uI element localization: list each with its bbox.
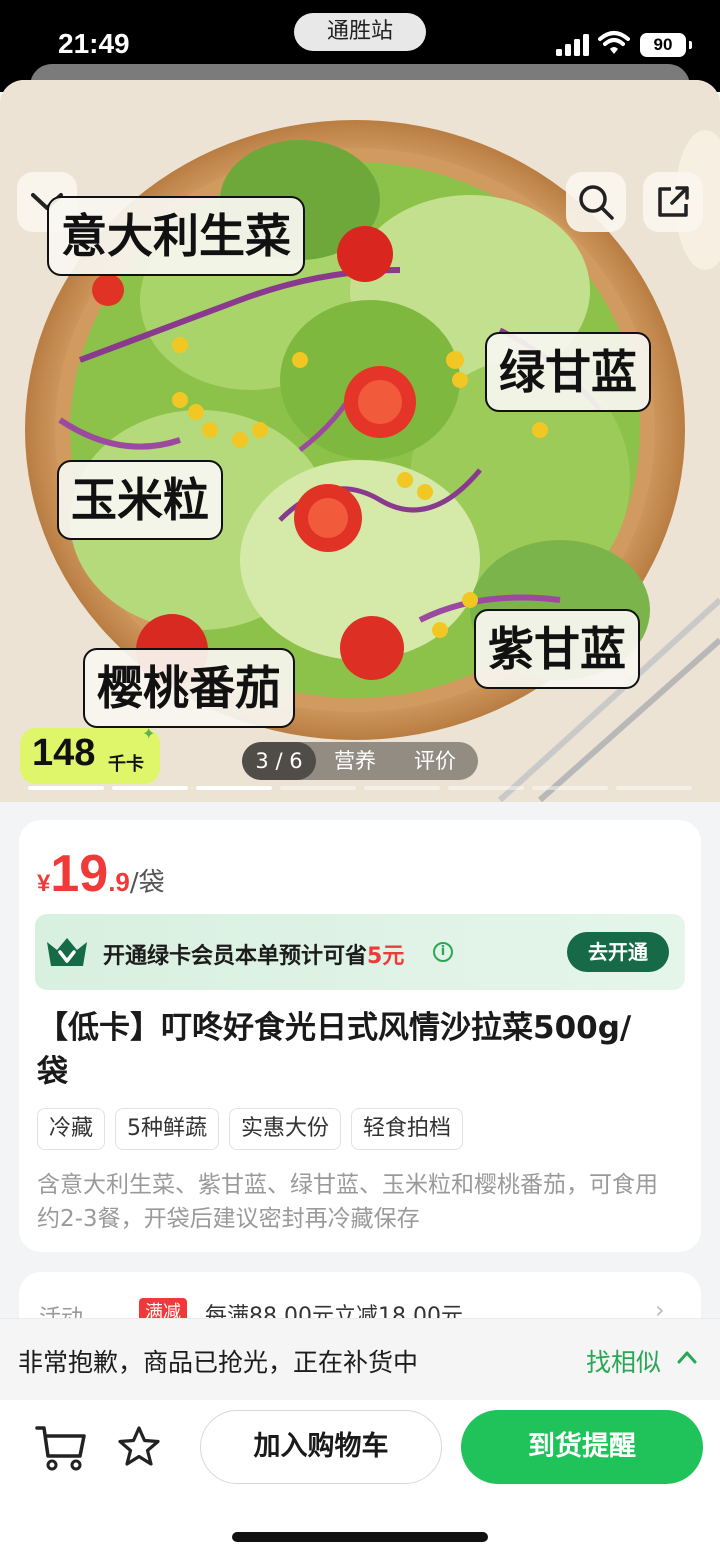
progress-segment [532,786,608,790]
share-icon [658,186,689,217]
tab-reviews[interactable]: 评价 [414,742,456,780]
product-tags: 冷藏 5种鲜蔬 实惠大份 轻食拍档 [37,1108,464,1150]
product-image-carousel[interactable]: 意大利生菜 绿甘蓝 玉米粒 紫甘蓝 樱桃番茄 148 千卡 ✦ 3 / 6 营养… [0,80,720,802]
product-title: 【低卡】叮咚好食光日式风情沙拉菜500g/袋 [37,1010,632,1090]
open-membership-button[interactable]: 去开通 [567,932,669,972]
sparkle-icon: ✦ [142,724,156,743]
member-savings-amount: 5元 [367,944,405,969]
out-of-stock-text: 非常抱歉，商品已抢光，正在补货中 [18,1348,419,1377]
restock-notify-button[interactable]: 到货提醒 [461,1410,703,1484]
out-of-stock-bar: 非常抱歉，商品已抢光，正在补货中 找相似 [0,1318,720,1400]
status-time: 21:49 [58,28,130,59]
share-button[interactable] [643,172,703,232]
star-icon[interactable] [116,1424,162,1470]
ingredient-tag-green-cabbage: 绿甘蓝 [485,332,651,412]
ingredient-tag-corn: 玉米粒 [57,460,223,540]
carousel-progress [28,786,692,790]
price-integer: 19 [50,845,109,903]
price-currency: ¥ [37,870,51,897]
cellular-signal-icon [556,34,589,56]
calorie-badge: 148 千卡 [20,728,160,784]
wifi-icon [598,31,630,54]
progress-segment [196,786,272,790]
progress-segment [112,786,188,790]
search-icon [579,185,614,220]
ingredient-tag-lettuce: 意大利生菜 [47,196,305,276]
member-savings-label: 开通绿卡会员本单预计可省 [103,944,368,969]
image-counter: 3 / 6 [242,742,316,780]
cart-icon[interactable] [34,1422,88,1472]
search-button[interactable] [566,172,626,232]
add-to-cart-button[interactable]: 加入购物车 [200,1410,442,1484]
green-card-crown-icon [47,938,87,966]
tab-nutrition[interactable]: 营养 [334,742,376,780]
progress-segment [616,786,692,790]
battery-indicator: 90 [640,33,692,57]
progress-segment [448,786,524,790]
product-tag: 冷藏 [37,1108,106,1150]
info-icon[interactable]: i [433,942,453,962]
progress-segment [280,786,356,790]
calorie-value: 148 [32,732,96,774]
member-savings-text: 开通绿卡会员本单预计可省5元 [103,938,404,970]
price-unit: /袋 [129,868,165,898]
member-promo-bar[interactable]: 开通绿卡会员本单预计可省5元 i 去开通 [35,914,685,990]
calorie-unit: 千卡 [108,754,144,775]
progress-segment [28,786,104,790]
product-info-card: ¥19.9/袋 开通绿卡会员本单预计可省5元 i 去开通 【低卡】叮咚好食光日式… [19,820,701,1252]
price: ¥19.9/袋 [37,844,165,904]
progress-segment [364,786,440,790]
ingredient-tag-cherry-tomato: 樱桃番茄 [83,648,295,728]
home-indicator[interactable] [232,1532,488,1542]
product-tag: 5种鲜蔬 [115,1108,220,1150]
find-similar-link[interactable]: 找相似 [586,1343,661,1379]
product-tag: 轻食拍档 [351,1108,464,1150]
chevron-up-icon[interactable] [676,1349,698,1365]
product-tag: 实惠大份 [229,1108,342,1150]
bottom-action-bar: 加入购物车 到货提醒 [0,1400,720,1558]
ingredient-tag-purple-cabbage: 紫甘蓝 [474,609,640,689]
station-indicator: 通胜站 [294,13,426,51]
price-decimal: .9 [108,867,130,897]
product-description: 含意大利生菜、紫甘蓝、绿甘蓝、玉米粒和樱桃番茄，可食用约2-3餐，开袋后建议密封… [37,1172,658,1232]
